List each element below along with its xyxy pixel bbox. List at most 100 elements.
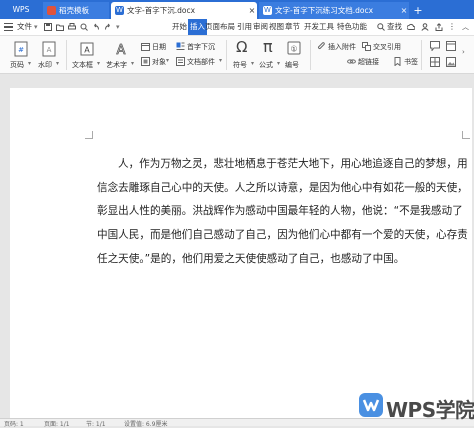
paragraph-line: 中国人民，而是他们自己感动了自己，因为他们心中都有一个爱的天使，心存责 xyxy=(97,229,468,242)
share-icon[interactable] xyxy=(435,23,443,31)
crossref-button[interactable]: 交叉引用 xyxy=(373,42,401,52)
ribbon-scroll-right-icon[interactable]: › xyxy=(462,48,465,56)
tab-daoke-label: 稻壳模板 xyxy=(59,6,89,15)
svg-text:#: # xyxy=(18,46,24,54)
dropcap-icon[interactable] xyxy=(176,42,185,51)
status-page-number: 页码: 1 xyxy=(4,421,24,428)
textbox-button[interactable]: 文本框 xyxy=(72,60,93,70)
hyperlink-icon[interactable] xyxy=(347,57,356,66)
header-footer-icon[interactable] xyxy=(446,41,456,51)
ribbon-divider xyxy=(310,40,311,70)
formula-button[interactable]: 公式 xyxy=(259,60,273,70)
menu-features[interactable]: 特色功能 xyxy=(337,19,367,35)
dropdown-arrow-icon[interactable]: ▾ xyxy=(166,57,169,64)
symbol-omega-icon[interactable]: Ω xyxy=(236,38,247,56)
hamburger-menu-icon[interactable] xyxy=(4,23,13,31)
dropcap-button[interactable]: 首字下沉 xyxy=(187,42,215,52)
print-preview-icon[interactable] xyxy=(80,23,88,31)
object-icon[interactable] xyxy=(141,57,150,66)
new-tab-plus-icon[interactable]: + xyxy=(411,2,425,19)
paragraph-line: 任之天使。”是的，他们用爱之天使使感动了自己，也感动了中国。 xyxy=(97,252,405,265)
svg-text:A: A xyxy=(117,43,126,57)
tab-document-active[interactable]: W 文字-首字下沉.docx × xyxy=(111,2,257,19)
attachment-icon[interactable] xyxy=(317,42,326,51)
numbering-button[interactable]: 编号 xyxy=(285,60,299,70)
tab-close-icon[interactable]: × xyxy=(399,6,409,15)
doc-icon: W xyxy=(263,6,272,15)
tab-close-icon[interactable]: × xyxy=(247,6,257,15)
menu-page-layout[interactable]: 页面布局 xyxy=(205,19,235,35)
numbering-icon[interactable]: ① xyxy=(287,41,301,55)
wordart-button[interactable]: 艺术字 xyxy=(106,60,127,70)
open-folder-icon[interactable] xyxy=(56,23,64,31)
print-icon[interactable] xyxy=(68,23,76,31)
menu-search[interactable]: 查找 xyxy=(387,19,402,35)
document-page[interactable]: 人，作为万物之灵，悲壮地栖息于苍茫大地下，用心地追逐自己的梦想，用 信念去雕琢自… xyxy=(10,88,472,418)
ribbon-divider xyxy=(421,40,422,70)
quick-access-dropdown-icon[interactable]: ▾ xyxy=(116,19,120,35)
ruler-strip xyxy=(0,74,474,88)
more-options-icon[interactable]: ⋮ xyxy=(448,19,456,35)
svg-text:A: A xyxy=(47,46,52,54)
dropdown-arrow-icon[interactable]: ▾ xyxy=(97,60,100,67)
undo-icon[interactable] xyxy=(92,23,100,31)
textbox-icon[interactable]: A xyxy=(80,41,94,57)
hyperlink-button[interactable]: 超链接 xyxy=(358,57,379,67)
menu-devtools[interactable]: 开发工具 xyxy=(304,19,334,35)
cloud-sync-icon[interactable] xyxy=(407,23,415,31)
date-icon[interactable] xyxy=(141,42,150,51)
svg-text:A: A xyxy=(84,46,90,55)
bookmark-button[interactable]: 书签 xyxy=(404,57,418,67)
menu-view[interactable]: 视图 xyxy=(269,19,284,35)
menu-chapter[interactable]: 章节 xyxy=(285,19,300,35)
comment-icon[interactable] xyxy=(430,41,440,51)
svg-text:①: ① xyxy=(290,45,297,54)
dropdown-arrow-icon[interactable]: ▾ xyxy=(277,60,280,67)
watermark-icon[interactable]: A xyxy=(42,41,56,57)
daoke-icon xyxy=(47,6,56,15)
doc-icon: W xyxy=(115,6,124,15)
dropdown-arrow-icon[interactable]: ▾ xyxy=(28,60,31,67)
bookmark-icon[interactable] xyxy=(393,57,402,66)
tab-daoke-template[interactable]: 稻壳模板 xyxy=(43,2,109,19)
dropdown-arrow-icon[interactable]: ▾ xyxy=(131,60,134,67)
table-icon[interactable] xyxy=(430,57,440,67)
dropdown-arrow-icon[interactable]: ▾ xyxy=(56,60,59,67)
date-button[interactable]: 日期 xyxy=(152,42,166,52)
status-setting: 设置值: 6.9厘米 xyxy=(124,421,168,428)
wordart-icon[interactable]: A xyxy=(114,41,128,57)
object-button[interactable]: 对象 xyxy=(152,57,166,67)
dropdown-arrow-icon[interactable]: ▾ xyxy=(219,57,222,64)
document-paragraph[interactable]: 人，作为万物之灵，悲壮地栖息于苍茫大地下，用心地追逐自己的梦想，用 信念去雕琢自… xyxy=(97,153,471,272)
paragraph-line: 彰显出人性的美丽。洪战辉作为感动中国最年轻的人物，他说：“不是我感动了 xyxy=(97,205,463,218)
title-tab-bar: WPS 稻壳模板 W 文字-首字下沉.docx × W 文字-首字下沉练习文档.… xyxy=(0,0,474,19)
document-part-icon[interactable] xyxy=(176,57,185,66)
tab-practice-label: 文字-首字下沉练习文档.docx xyxy=(275,6,374,15)
insert-attachment-button[interactable]: 插入附件 xyxy=(328,42,356,52)
tab-wps-home[interactable]: WPS xyxy=(0,0,42,19)
wps-academy-watermark: WPS学院 xyxy=(356,392,474,426)
menu-file[interactable]: 文件 xyxy=(17,19,32,35)
dropdown-arrow-icon[interactable]: ▾ xyxy=(251,60,254,67)
formula-pi-icon[interactable]: π xyxy=(263,37,273,56)
search-icon[interactable] xyxy=(377,23,385,31)
collapse-ribbon-icon[interactable]: ︿ xyxy=(462,19,469,35)
crop-mark-top-right xyxy=(462,131,470,139)
crossref-icon[interactable] xyxy=(362,42,371,51)
collaborate-icon[interactable] xyxy=(421,23,429,31)
menu-reference[interactable]: 引用 xyxy=(237,19,252,35)
wps-logo-icon xyxy=(359,393,383,417)
redo-icon[interactable] xyxy=(104,23,112,31)
document-part-button[interactable]: 文档部件 xyxy=(187,57,215,67)
menu-start[interactable]: 开始 xyxy=(172,19,187,35)
picture-icon[interactable] xyxy=(446,57,456,67)
tab-document-practice[interactable]: W 文字-首字下沉练习文档.docx × xyxy=(259,2,409,19)
watermark-button[interactable]: 水印 xyxy=(38,60,52,70)
page-number-button[interactable]: 页码 xyxy=(10,60,24,70)
insert-ribbon: # 页码 ▾ A 水印 ▾ A 文本框 ▾ A 艺术字 ▾ 日期 对象 ▾ 首字… xyxy=(0,36,474,74)
dropdown-arrow-icon[interactable]: ▾ xyxy=(34,19,38,35)
menu-review[interactable]: 审阅 xyxy=(253,19,268,35)
page-number-icon[interactable]: # xyxy=(14,41,28,57)
save-icon[interactable] xyxy=(44,23,52,31)
symbol-button[interactable]: 符号 xyxy=(233,60,247,70)
